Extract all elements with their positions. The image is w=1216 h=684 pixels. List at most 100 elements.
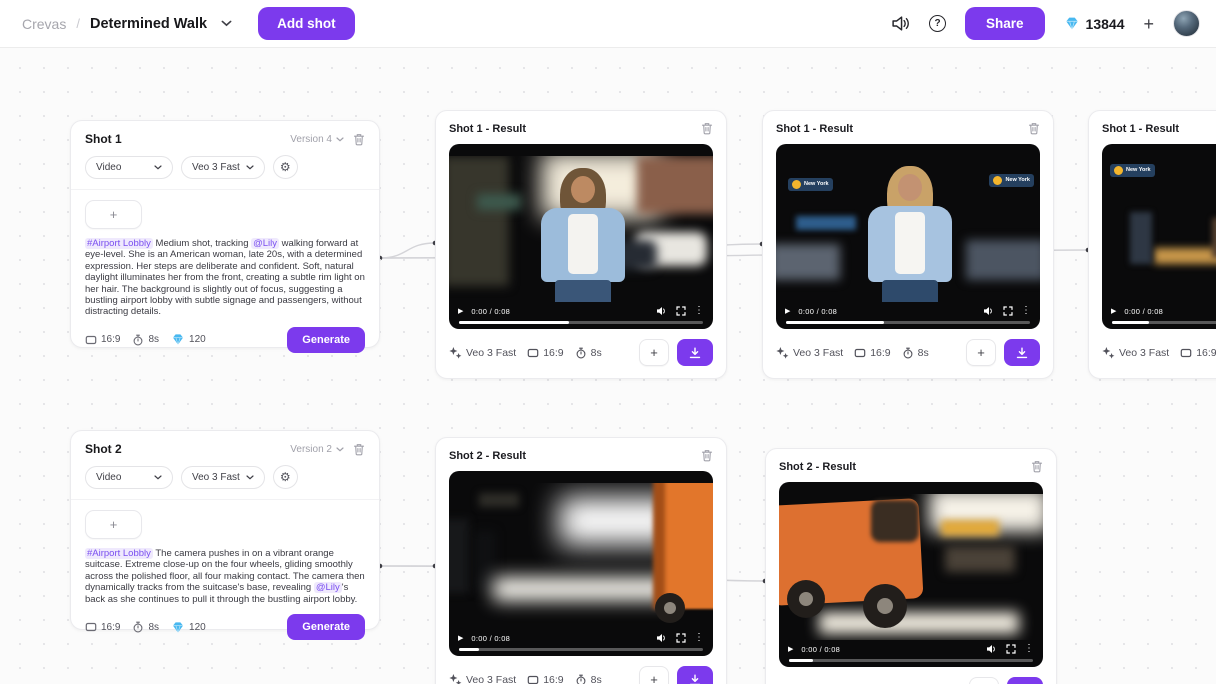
download-button[interactable] <box>677 666 713 684</box>
trash-icon <box>353 443 365 456</box>
add-reference-button[interactable]: + <box>85 200 142 229</box>
gear-icon: ⚙ <box>280 471 291 483</box>
new-york-sign: New York <box>989 174 1034 187</box>
aspect-ratio-label: 16:9 <box>85 621 120 633</box>
breadcrumb-separator: / <box>76 16 80 31</box>
fullscreen-icon[interactable] <box>1006 644 1016 654</box>
volume-icon[interactable] <box>986 644 998 654</box>
breadcrumb-app[interactable]: Crevas <box>22 16 66 32</box>
play-icon[interactable]: ▶ <box>788 646 793 653</box>
volume-icon[interactable] <box>656 633 668 643</box>
version-dropdown[interactable]: Version 4 <box>290 134 344 145</box>
generate-button[interactable]: Generate <box>287 614 365 640</box>
video-time: 0:00 / 0:08 <box>798 307 837 316</box>
add-to-shot-button[interactable]: + <box>639 339 669 366</box>
video-menu-icon[interactable]: ⋮ <box>694 633 704 643</box>
aspect-ratio-label: 16:9 <box>527 347 563 359</box>
shot-type-dropdown[interactable]: Video <box>85 156 173 179</box>
video-player[interactable]: ▶ 0:00 / 0:08 ⋮ <box>449 144 713 329</box>
play-icon[interactable]: ▶ <box>785 308 790 315</box>
project-chevron-down-icon[interactable] <box>221 20 232 27</box>
building-blob <box>449 156 509 286</box>
sign-dot <box>1114 166 1123 175</box>
volume-icon[interactable] <box>656 306 668 316</box>
video-menu-icon[interactable]: ⋮ <box>1024 644 1034 654</box>
result-card-shot2-b: Shot 2 - Result ▶ 0:00 / 0:08 ⋮ Veo 3 Fa… <box>765 448 1057 684</box>
result-title: Shot 2 - Result <box>449 450 526 462</box>
fullscreen-icon[interactable] <box>676 306 686 316</box>
play-icon[interactable]: ▶ <box>458 635 463 642</box>
delete-shot-button[interactable] <box>353 133 365 146</box>
add-to-shot-button[interactable]: + <box>969 677 999 684</box>
delete-result-button[interactable] <box>1028 122 1040 135</box>
prompt-text[interactable]: #Airport Lobbly The camera pushes in on … <box>85 548 365 605</box>
location-tag[interactable]: #Airport Lobbly <box>85 548 153 559</box>
download-button[interactable] <box>1004 339 1040 366</box>
aspect-icon <box>85 621 97 633</box>
add-shot-button[interactable]: Add shot <box>258 7 355 40</box>
model-label: Veo 3 Fast <box>449 673 516 684</box>
user-avatar[interactable] <box>1173 10 1200 37</box>
traveler-legs-blob <box>449 519 469 593</box>
video-player[interactable]: ▶ 0:00 / 0:08 ⋮ <box>779 482 1043 667</box>
aspect-ratio-label: 16:9 <box>854 347 890 359</box>
video-progress-bar[interactable] <box>459 648 703 651</box>
video-player[interactable]: New York ▶ 0:00 / 0:08 ⋮ <box>1102 144 1216 329</box>
delete-shot-button[interactable] <box>353 443 365 456</box>
download-button[interactable] <box>677 339 713 366</box>
model-dropdown[interactable]: Veo 3 Fast <box>181 156 265 179</box>
generate-button[interactable]: Generate <box>287 327 365 353</box>
breadcrumb-project[interactable]: Determined Walk <box>90 16 207 32</box>
video-progress-bar[interactable] <box>789 659 1033 662</box>
play-icon[interactable]: ▶ <box>458 308 463 315</box>
wheel-hub <box>664 602 676 614</box>
play-icon[interactable]: ▶ <box>1111 308 1116 315</box>
person-shirt <box>895 212 925 274</box>
location-tag[interactable]: #Airport Lobbly <box>85 238 153 249</box>
aspect-ratio-label: 16:9 <box>1180 347 1216 359</box>
add-credits-button[interactable]: + <box>1143 15 1154 33</box>
fullscreen-icon[interactable] <box>1003 306 1013 316</box>
fullscreen-icon[interactable] <box>676 633 686 643</box>
video-player[interactable]: ▶ 0:00 / 0:08 ⋮ <box>449 471 713 656</box>
sound-button[interactable] <box>891 15 910 32</box>
video-player[interactable]: New York New York ▶ 0:00 / 0:08 ⋮ <box>776 144 1040 329</box>
download-icon <box>688 346 702 360</box>
delete-result-button[interactable] <box>1031 460 1043 473</box>
shot-type-dropdown[interactable]: Video <box>85 466 173 489</box>
add-to-shot-button[interactable]: + <box>966 339 996 366</box>
credits-counter[interactable]: 13844 <box>1064 16 1125 32</box>
prompt-text[interactable]: #Airport Lobbly Medium shot, tracking @L… <box>85 238 365 318</box>
video-menu-icon[interactable]: ⋮ <box>1021 306 1031 316</box>
delete-result-button[interactable] <box>701 122 713 135</box>
delete-result-button[interactable] <box>701 449 713 462</box>
crowd-blob <box>966 240 1040 280</box>
sparkle-icon <box>776 346 789 359</box>
question-circle-icon: ? <box>929 15 946 32</box>
wheel-hub <box>877 598 893 614</box>
character-mention[interactable]: @Lily <box>314 582 342 593</box>
settings-gear-button[interactable]: ⚙ <box>273 465 298 489</box>
timer-icon <box>132 621 144 633</box>
person-face <box>571 176 595 203</box>
result-card-shot2-a: Shot 2 - Result ▶ 0:00 / 0:08 ⋮ Veo 3 Fa… <box>435 437 727 684</box>
character-mention[interactable]: @Lily <box>251 238 279 249</box>
share-button[interactable]: Share <box>965 7 1045 40</box>
walking-person-blob <box>1212 218 1216 258</box>
suitcase-edge <box>653 483 665 609</box>
traveler-legs-blob <box>475 531 495 591</box>
add-reference-button[interactable]: + <box>85 510 142 539</box>
settings-gear-button[interactable]: ⚙ <box>273 155 298 179</box>
video-progress-bar[interactable] <box>786 321 1030 324</box>
video-menu-icon[interactable]: ⋮ <box>694 306 704 316</box>
add-to-shot-button[interactable]: + <box>639 666 669 684</box>
download-button[interactable] <box>1007 677 1043 684</box>
video-progress-bar[interactable] <box>459 321 703 324</box>
person-figure <box>538 168 628 302</box>
video-progress-bar[interactable] <box>1112 321 1216 324</box>
aspect-ratio-label: 16:9 <box>527 674 563 684</box>
version-dropdown[interactable]: Version 2 <box>290 444 344 455</box>
model-dropdown[interactable]: Veo 3 Fast <box>181 466 265 489</box>
help-button[interactable]: ? <box>929 15 946 32</box>
volume-icon[interactable] <box>983 306 995 316</box>
